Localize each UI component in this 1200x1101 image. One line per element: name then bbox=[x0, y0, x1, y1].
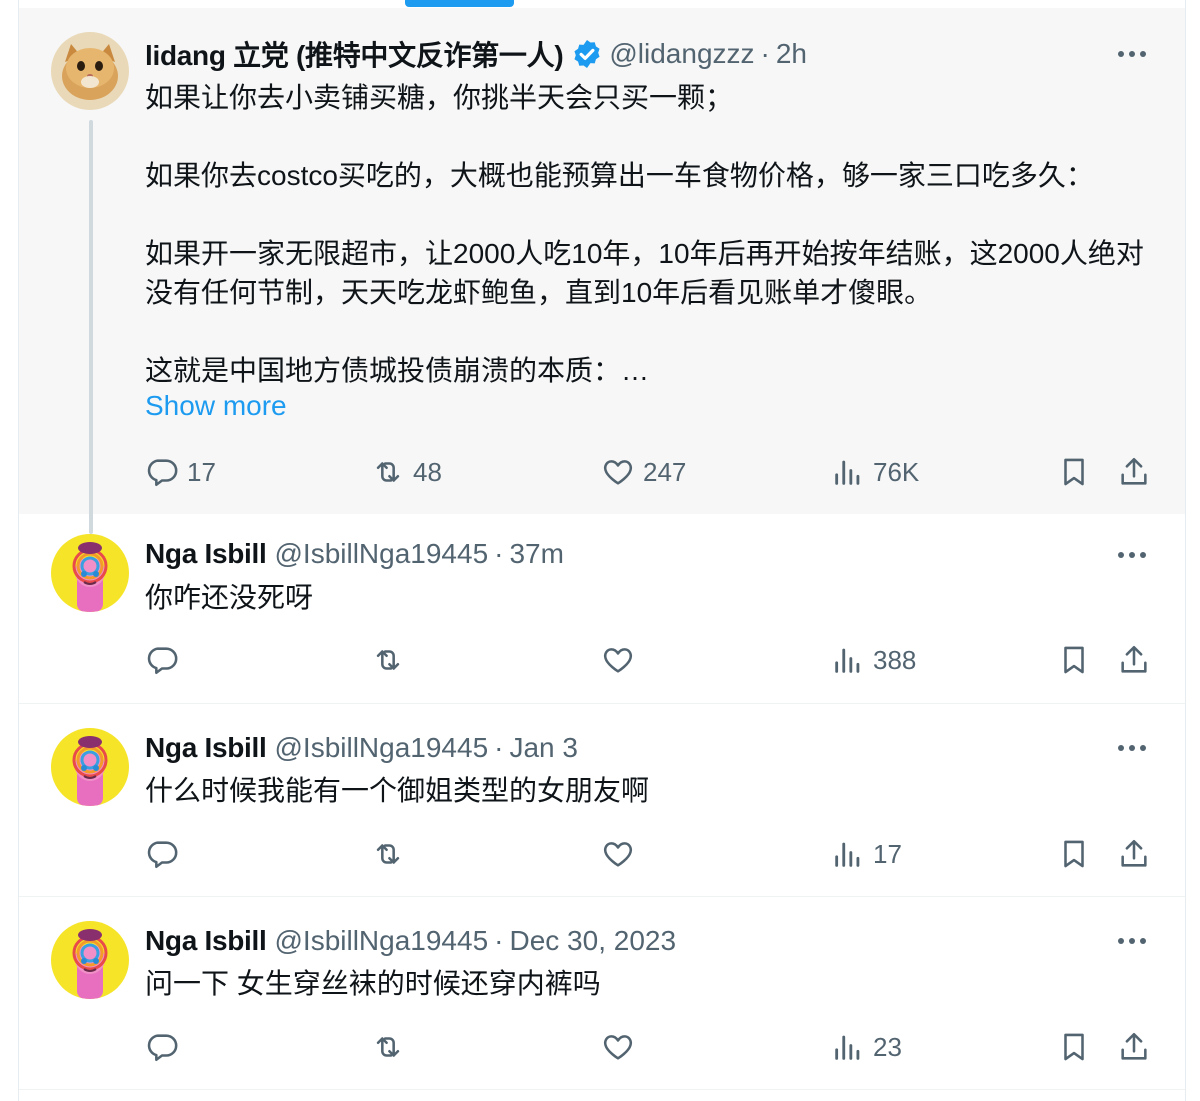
like-button[interactable] bbox=[601, 638, 635, 682]
action-bar: 23 bbox=[145, 1025, 1165, 1069]
tweet-reply[interactable]: Nga Isbill @IsbillNga19445 · Dec 30, 202… bbox=[19, 897, 1185, 1090]
timestamp[interactable]: Jan 3 bbox=[509, 732, 578, 764]
reply-button[interactable] bbox=[145, 832, 179, 876]
views-count: 388 bbox=[873, 644, 917, 675]
tweet-text: 问一下 女生穿丝袜的时候还穿内裤吗 bbox=[145, 968, 601, 999]
tweet-header: Nga Isbill @IsbillNga19445 · Jan 3 bbox=[145, 728, 578, 768]
handle[interactable]: @lidangzzz bbox=[609, 38, 754, 70]
retweet-button[interactable]: 48 bbox=[371, 450, 442, 494]
more-icon[interactable] bbox=[1115, 924, 1149, 958]
tweet-text: 你咋还没死呀 bbox=[145, 582, 314, 613]
tweet-reply[interactable]: Nga Isbill @IsbillNga19445 · 37m 你咋还没死呀 … bbox=[19, 514, 1185, 704]
like-button[interactable]: 247 bbox=[601, 450, 686, 494]
display-name[interactable]: Nga Isbill bbox=[145, 732, 267, 764]
views-icon bbox=[835, 842, 860, 867]
handle[interactable]: @IsbillNga19445 bbox=[274, 732, 488, 764]
bookmark-button[interactable] bbox=[1057, 450, 1091, 494]
views-icon bbox=[835, 460, 860, 485]
retweet-icon bbox=[376, 650, 400, 670]
tweet-text: 如果让你去小卖铺买糖，你挑半天会只买一颗； 如果你去costco买吃的，大概也能… bbox=[145, 82, 1144, 386]
retweet-button[interactable] bbox=[371, 832, 405, 876]
more-icon[interactable] bbox=[1115, 37, 1149, 71]
bookmark-button[interactable] bbox=[1057, 638, 1091, 682]
reply-icon bbox=[147, 1034, 178, 1062]
views-count: 76K bbox=[873, 456, 920, 487]
heart-icon bbox=[603, 648, 633, 673]
heart-icon bbox=[603, 460, 633, 485]
display-name[interactable]: Nga Isbill bbox=[145, 538, 267, 570]
bookmark-button[interactable] bbox=[1057, 1025, 1091, 1069]
views-button[interactable]: 17 bbox=[831, 832, 902, 876]
reply-count: 17 bbox=[187, 456, 216, 487]
timeline: lidang 立党 (推特中文反诈第一人) @lidangzzz · 2h 如果… bbox=[18, 0, 1186, 1101]
timestamp[interactable]: 37m bbox=[509, 538, 563, 570]
tweet-text: 什么时候我能有一个御姐类型的女朋友啊 bbox=[145, 775, 650, 806]
views-count: 17 bbox=[873, 838, 902, 869]
tweet-header: lidang 立党 (推特中文反诈第一人) @lidangzzz · 2h bbox=[145, 34, 807, 74]
share-icon bbox=[1121, 839, 1147, 867]
thread-line bbox=[89, 120, 93, 534]
like-button[interactable] bbox=[601, 832, 635, 876]
views-button[interactable]: 388 bbox=[831, 638, 916, 682]
retweet-icon bbox=[376, 1037, 400, 1057]
views-icon bbox=[835, 1035, 860, 1060]
retweet-button[interactable] bbox=[371, 638, 405, 682]
share-button[interactable] bbox=[1117, 638, 1151, 682]
retweet-icon bbox=[376, 462, 400, 482]
action-bar: 17 bbox=[145, 832, 1165, 876]
avatar[interactable] bbox=[51, 534, 129, 612]
views-button[interactable]: 23 bbox=[831, 1025, 902, 1069]
verified-badge-icon bbox=[571, 38, 603, 70]
retweet-count: 48 bbox=[413, 456, 442, 487]
separator: · bbox=[760, 38, 770, 69]
avatar[interactable] bbox=[51, 921, 129, 999]
heart-icon bbox=[603, 842, 633, 867]
like-count: 247 bbox=[643, 456, 687, 487]
separator: · bbox=[494, 538, 504, 569]
avatar[interactable] bbox=[51, 728, 129, 806]
bookmark-button[interactable] bbox=[1057, 832, 1091, 876]
share-icon bbox=[1121, 1032, 1147, 1060]
like-button[interactable] bbox=[601, 1025, 635, 1069]
views-icon bbox=[835, 648, 860, 673]
bookmark-icon bbox=[1064, 646, 1084, 674]
more-icon[interactable] bbox=[1115, 731, 1149, 765]
bookmark-icon bbox=[1064, 1033, 1084, 1061]
reply-icon bbox=[147, 647, 178, 675]
tweet-reply[interactable]: Nga Isbill @IsbillNga19445 · Jan 3 什么时候我… bbox=[19, 704, 1185, 897]
separator: · bbox=[494, 732, 504, 763]
views-button[interactable]: 76K bbox=[831, 450, 919, 494]
handle[interactable]: @IsbillNga19445 bbox=[274, 925, 488, 957]
retweet-icon bbox=[376, 844, 400, 864]
tweet-main[interactable]: lidang 立党 (推特中文反诈第一人) @lidangzzz · 2h 如果… bbox=[19, 8, 1185, 534]
share-button[interactable] bbox=[1117, 450, 1151, 494]
reply-button[interactable] bbox=[145, 638, 179, 682]
display-name[interactable]: lidang 立党 (推特中文反诈第一人) bbox=[145, 34, 564, 74]
bookmark-icon bbox=[1064, 458, 1084, 486]
share-button[interactable] bbox=[1117, 832, 1151, 876]
retweet-button[interactable] bbox=[371, 1025, 405, 1069]
share-icon bbox=[1121, 457, 1147, 485]
reply-icon bbox=[147, 841, 178, 869]
separator: · bbox=[494, 925, 504, 956]
display-name[interactable]: Nga Isbill bbox=[145, 925, 267, 957]
heart-icon bbox=[603, 1035, 633, 1060]
more-icon[interactable] bbox=[1115, 538, 1149, 572]
action-bar: 388 bbox=[145, 638, 1165, 682]
show-more-link[interactable]: Show more bbox=[145, 390, 287, 422]
reply-button[interactable]: 17 bbox=[145, 450, 216, 494]
share-icon bbox=[1121, 645, 1147, 673]
reply-icon bbox=[147, 459, 178, 487]
tweet-header: Nga Isbill @IsbillNga19445 · 37m bbox=[145, 534, 564, 574]
tweet-header: Nga Isbill @IsbillNga19445 · Dec 30, 202… bbox=[145, 921, 676, 961]
action-bar: 17 48 247 76K bbox=[145, 450, 1165, 494]
avatar[interactable] bbox=[51, 32, 129, 110]
timestamp[interactable]: Dec 30, 2023 bbox=[509, 925, 676, 957]
bookmark-icon bbox=[1064, 840, 1084, 868]
handle[interactable]: @IsbillNga19445 bbox=[274, 538, 488, 570]
timestamp[interactable]: 2h bbox=[776, 38, 807, 70]
share-button[interactable] bbox=[1117, 1025, 1151, 1069]
reply-button[interactable] bbox=[145, 1025, 179, 1069]
views-count: 23 bbox=[873, 1031, 902, 1062]
